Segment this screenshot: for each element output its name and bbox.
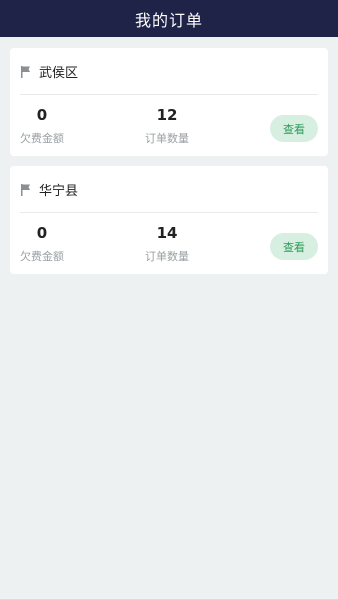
order-count: 14 (156, 224, 178, 242)
view-button[interactable]: 查看 (270, 233, 318, 260)
debt-stat: 0 欠费金额 (12, 106, 72, 146)
debt-stat: 0 欠费金额 (12, 224, 72, 264)
order-count-label: 订单数量 (145, 250, 189, 263)
order-count: 12 (156, 106, 178, 124)
debt-amount: 0 (36, 224, 48, 242)
debt-label: 欠费金额 (20, 250, 64, 263)
order-card: 武侯区 0 欠费金额 12 订单数量 查看 (10, 48, 328, 156)
view-button[interactable]: 查看 (270, 115, 318, 142)
nav-bar: 我的订单 (0, 0, 338, 37)
order-list: 武侯区 0 欠费金额 12 订单数量 查看 华宁县 0 欠费金额 14 订单数量… (10, 48, 328, 284)
order-count-stat: 12 订单数量 (137, 106, 197, 146)
page-title: 我的订单 (134, 10, 203, 30)
region-name: 华宁县 (39, 183, 79, 199)
debt-label: 欠费金额 (20, 132, 64, 145)
flag-icon (20, 182, 32, 196)
card-header: 武侯区 (20, 48, 318, 95)
order-count-stat: 14 订单数量 (137, 224, 197, 264)
card-header: 华宁县 (20, 166, 318, 213)
flag-icon (20, 64, 32, 78)
order-card: 华宁县 0 欠费金额 14 订单数量 查看 (10, 166, 328, 274)
order-count-label: 订单数量 (145, 132, 189, 145)
region-name: 武侯区 (39, 65, 79, 81)
debt-amount: 0 (36, 106, 48, 124)
